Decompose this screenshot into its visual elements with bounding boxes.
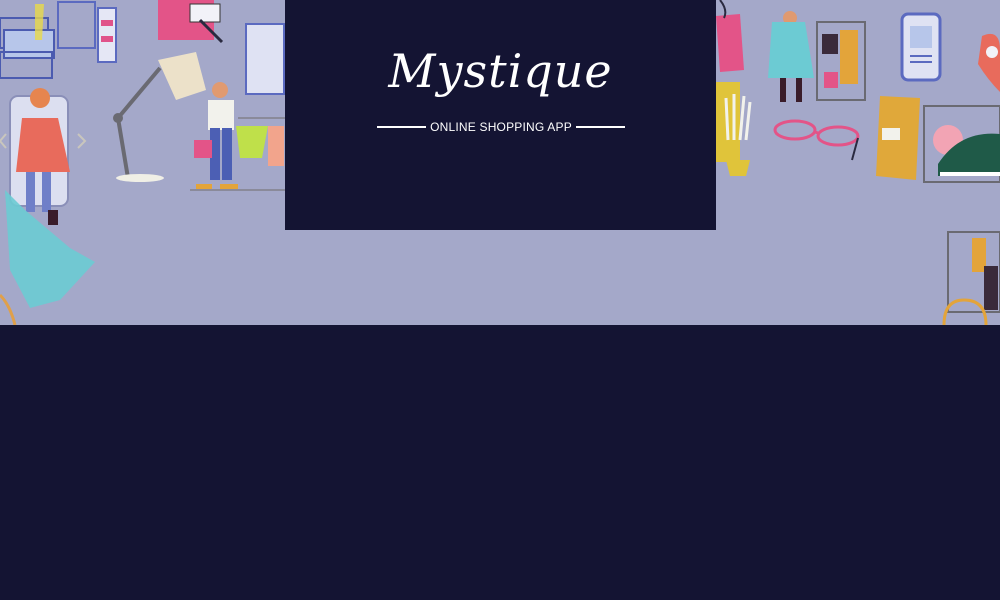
tagline-divider-right [575,126,625,128]
clothes-rack-illustration [816,21,866,101]
page: Mystique ONLINE SHOPPING APP [0,0,1000,600]
tagline-row: ONLINE SHOPPING APP [377,119,625,135]
chevron-right-icon[interactable] [77,133,87,149]
shelf-illustration [0,1,117,79]
lamp-illustration [113,52,206,182]
hero-banner: Mystique ONLINE SHOPPING APP [0,0,1000,325]
lower-rack-illustration [942,231,1000,325]
right-woman-illustration [768,11,814,102]
chevron-left-icon[interactable] [0,133,7,149]
right-phone-illustration [900,12,942,82]
logo-box: Mystique ONLINE SHOPPING APP [285,0,716,230]
glasses-illustration [773,119,860,161]
tagline-divider-left [377,126,427,128]
shopper-illustration [190,82,285,191]
brand-tagline: ONLINE SHOPPING APP [430,120,572,134]
sneaker-illustration [923,105,1000,183]
brand-name: Mystique [388,44,613,98]
right-bag-illustration [716,0,744,72]
map-pin-illustration [978,33,1000,92]
content-area [0,325,1000,600]
box-illustration [876,96,920,180]
plant-illustration [716,82,752,176]
